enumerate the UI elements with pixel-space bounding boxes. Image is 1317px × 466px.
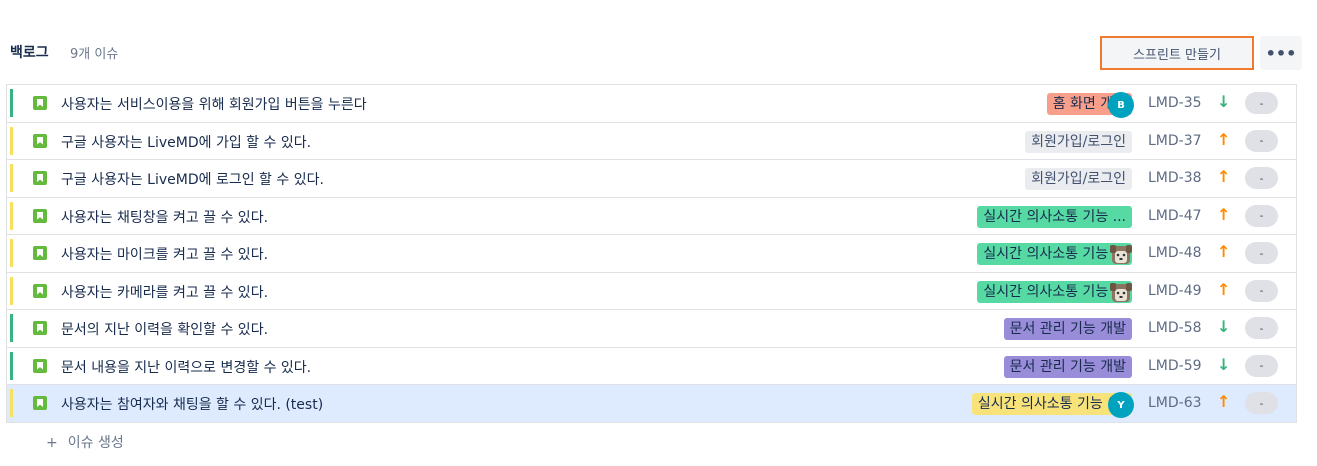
estimate-badge[interactable]: - [1245,317,1278,339]
issue-row[interactable]: 사용자는 마이크를 켜고 끌 수 있다. 실시간 의사소통 기능 ... LMD-4… [7,235,1296,273]
issue-summary[interactable]: 사용자는 카메라를 켜고 끌 수 있다. [61,282,268,302]
assignee-avatar[interactable] [1108,280,1134,306]
create-issue-label: 이슈 생성 [67,435,124,451]
issue-key[interactable]: LMD-59 [1148,358,1202,374]
issue-summary[interactable]: 사용자는 참여자와 채팅을 할 수 있다. (test) [61,394,323,414]
backlog-header: 백로그 9개 이슈 스프린트 만들기 ••• [10,36,1302,72]
issue-summary[interactable]: 문서 내용을 지난 이력으로 변경할 수 있다. [61,357,311,377]
story-icon [33,133,47,148]
priority-high-icon: ↑ [1217,204,1231,224]
issue-count: 9개 이슈 [70,47,119,62]
status-bar [10,276,13,305]
story-icon [33,208,47,223]
status-bar [10,164,13,192]
status-bar [10,126,13,155]
status-bar [10,201,13,230]
issue-row[interactable]: 사용자는 서비스이용을 위해 회원가입 버튼을 누른다 홈 화면 개발 B LMD-3… [7,85,1296,123]
more-icon[interactable]: ••• [1260,36,1302,70]
status-bar [10,314,13,342]
epic-label[interactable]: 문서 관리 기능 개발 [1003,318,1132,340]
issue-row[interactable]: 문서의 지난 이력을 확인할 수 있다. 문서 관리 기능 개발 LMD-58 ↓ - [7,310,1296,348]
issue-key[interactable]: LMD-35 [1148,95,1202,111]
issue-key[interactable]: LMD-48 [1148,245,1202,261]
epic-label[interactable]: 문서 관리 기능 개발 [1003,355,1132,378]
story-icon [33,396,47,410]
issue-summary[interactable]: 문서의 지난 이력을 확인할 수 있다. [61,319,268,339]
issue-key[interactable]: LMD-63 [1148,395,1202,411]
assignee-avatar[interactable] [1108,242,1134,268]
priority-low-icon: ↓ [1217,92,1231,111]
create-sprint-button[interactable]: 스프린트 만들기 [1100,36,1254,70]
issue-key[interactable]: LMD-37 [1148,133,1202,149]
priority-high-icon: ↑ [1217,129,1231,149]
estimate-badge[interactable]: - [1245,279,1278,302]
estimate-badge[interactable]: - [1245,204,1278,227]
status-bar [10,389,13,417]
priority-high-icon: ↑ [1217,167,1231,186]
assignee-avatar[interactable]: B [1108,92,1134,118]
create-issue-button[interactable]: + 이슈 생성 [46,432,124,452]
story-icon [33,246,47,260]
story-icon [33,171,47,185]
priority-high-icon: ↑ [1217,279,1231,299]
issue-summary[interactable]: 구글 사용자는 LiveMD에 가입 할 수 있다. [61,132,311,152]
issue-summary[interactable]: 사용자는 마이크를 켜고 끌 수 있다. [61,244,268,264]
priority-low-icon: ↓ [1217,354,1231,374]
issue-key[interactable]: LMD-38 [1148,170,1202,186]
story-icon [33,358,47,373]
issue-row[interactable]: 사용자는 참여자와 채팅을 할 수 있다. (test) 실시간 의사소통 기능 … [7,385,1296,423]
issue-row[interactable]: 구글 사용자는 LiveMD에 로그인 할 수 있다. 회원가입/로그인 LMD-3… [7,160,1296,198]
priority-low-icon: ↓ [1217,317,1231,336]
issue-list: 사용자는 서비스이용을 위해 회원가입 버튼을 누른다 홈 화면 개발 B LMD-3… [6,84,1297,423]
issue-key[interactable]: LMD-47 [1148,208,1202,224]
estimate-badge[interactable]: - [1245,92,1278,114]
status-bar [10,351,13,380]
epic-label[interactable]: 실시간 의사소통 기능 ... [977,205,1132,228]
story-icon [33,321,47,335]
issue-row[interactable]: 문서 내용을 지난 이력으로 변경할 수 있다. 문서 관리 기능 개발 LMD-5… [7,347,1296,385]
estimate-badge[interactable]: - [1245,129,1278,152]
issue-summary[interactable]: 구글 사용자는 LiveMD에 로그인 할 수 있다. [61,169,324,189]
epic-label[interactable]: 회원가입/로그인 [1025,168,1132,190]
epic-label[interactable]: 회원가입/로그인 [1025,130,1132,153]
status-bar [10,239,13,267]
priority-high-icon: ↑ [1217,392,1231,411]
issue-key[interactable]: LMD-58 [1148,320,1202,336]
issue-summary[interactable]: 사용자는 서비스이용을 위해 회원가입 버튼을 누른다 [61,94,367,114]
backlog-title: 백로그 [10,45,49,61]
issue-row[interactable]: 사용자는 채팅창을 켜고 끌 수 있다. 실시간 의사소통 기능 ... LMD-4… [7,197,1296,235]
priority-high-icon: ↑ [1217,242,1231,261]
issue-key[interactable]: LMD-49 [1148,283,1202,299]
issue-row[interactable]: 구글 사용자는 LiveMD에 가입 할 수 있다. 회원가입/로그인 LMD-37… [7,122,1296,160]
plus-icon: + [46,435,58,451]
estimate-badge[interactable]: - [1245,167,1278,189]
status-bar [10,89,13,117]
estimate-badge[interactable]: - [1245,354,1278,377]
story-icon [33,283,47,298]
issue-summary[interactable]: 사용자는 채팅창을 켜고 끌 수 있다. [61,207,268,227]
assignee-avatar[interactable]: Y [1108,392,1134,418]
story-icon [33,96,47,110]
estimate-badge[interactable]: - [1245,392,1278,414]
estimate-badge[interactable]: - [1245,242,1278,264]
issue-row[interactable]: 사용자는 카메라를 켜고 끌 수 있다. 실시간 의사소통 기능 ... LMD-4… [7,272,1296,310]
